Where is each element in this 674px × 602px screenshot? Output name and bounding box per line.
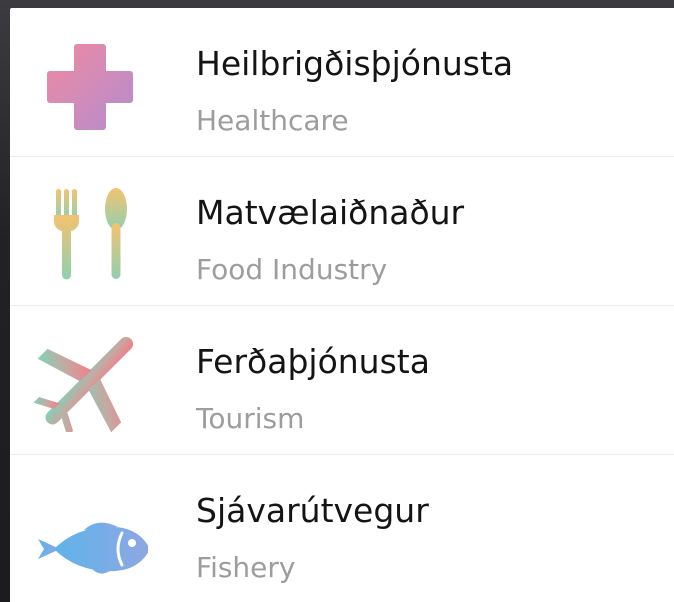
item-subtitle: Tourism	[196, 402, 305, 435]
list-item-fishery[interactable]: Sjávarútvegur Fishery	[10, 455, 674, 602]
item-title: Sjávarútvegur	[196, 491, 429, 530]
item-title: Ferðaþjónusta	[196, 342, 430, 381]
industry-list: Heilbrigðisþjónusta Healthcare Matvælaið…	[10, 8, 674, 602]
list-item-tourism[interactable]: Ferðaþjónusta Tourism	[10, 306, 674, 454]
list-item-food-industry[interactable]: Matvælaiðnaður Food Industry	[10, 157, 674, 305]
item-title: Matvælaiðnaður	[196, 193, 465, 232]
medical-cross-icon	[32, 30, 148, 134]
item-subtitle: Food Industry	[196, 253, 388, 286]
item-title: Heilbrigðisþjónusta	[196, 44, 514, 83]
fish-icon	[32, 477, 148, 581]
list-item-healthcare[interactable]: Heilbrigðisþjónusta Healthcare	[10, 8, 674, 156]
item-subtitle: Fishery	[196, 551, 296, 584]
fork-spoon-icon	[32, 179, 148, 283]
item-subtitle: Healthcare	[196, 104, 349, 137]
airplane-icon	[32, 328, 148, 432]
